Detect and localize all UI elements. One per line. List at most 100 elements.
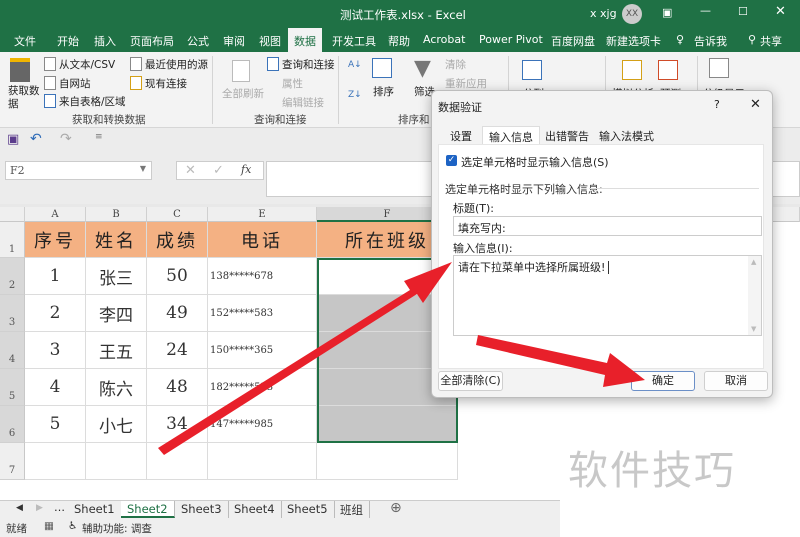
scroll-up-icon[interactable]: ▲ xyxy=(751,258,756,266)
table-cell[interactable]: 152*****583 xyxy=(208,295,317,332)
from-text-button[interactable]: 从文本/CSV xyxy=(59,57,115,72)
table-cell[interactable]: 1 xyxy=(25,258,86,295)
clear-all-button[interactable]: 全部清除(C) xyxy=(438,371,503,391)
ok-button[interactable]: 确定 xyxy=(631,371,695,391)
scroll-right-icon[interactable]: ▶ xyxy=(36,503,43,513)
tab-formulas[interactable]: 公式 xyxy=(187,33,209,49)
sheet-tab[interactable]: 班组 xyxy=(334,501,370,518)
tab-page-layout[interactable]: 页面布局 xyxy=(130,33,174,49)
header-cell[interactable]: 序号 xyxy=(25,222,86,258)
table-cell[interactable]: 小七 xyxy=(86,406,147,443)
table-cell[interactable]: 182*****523 xyxy=(208,369,317,406)
row-header[interactable]: 3 xyxy=(0,295,25,332)
header-cell[interactable]: 成绩 xyxy=(147,222,208,258)
table-cell[interactable]: 24 xyxy=(147,332,208,369)
tab-baidu[interactable]: 百度网盘 xyxy=(551,33,595,49)
row-header[interactable]: 1 xyxy=(0,222,25,258)
column-header[interactable]: A xyxy=(25,207,86,222)
row-header[interactable]: 7 xyxy=(0,443,25,480)
table-cell[interactable]: 2 xyxy=(25,295,86,332)
column-header[interactable]: B xyxy=(86,207,147,222)
header-cell[interactable]: 姓名 xyxy=(86,222,147,258)
sheet-tab[interactable]: Sheet4 xyxy=(228,501,282,518)
table-cell[interactable]: 34 xyxy=(147,406,208,443)
dialog-tab-input-message[interactable]: 输入信息 xyxy=(482,126,540,146)
more-sheets-icon[interactable]: … xyxy=(54,501,65,514)
name-box[interactable]: F2 ▼ xyxy=(5,161,152,180)
tab-developer[interactable]: 开发工具 xyxy=(332,33,376,49)
cancel-icon[interactable]: ✕ xyxy=(185,163,196,178)
sheet-tab[interactable]: Sheet1 xyxy=(68,501,122,518)
message-textarea[interactable]: 请在下拉菜单中选择所属班级! ▲ ▼ xyxy=(453,255,762,336)
table-cell[interactable]: 张三 xyxy=(86,258,147,295)
table-cell[interactable]: 48 xyxy=(147,369,208,406)
header-cell[interactable]: 电话 xyxy=(208,222,317,258)
tab-home[interactable]: 开始 xyxy=(57,33,79,49)
minimize-button[interactable]: — xyxy=(700,4,711,17)
redo-icon[interactable]: ↷ xyxy=(60,131,72,147)
table-cell[interactable]: 150*****365 xyxy=(208,332,317,369)
table-cell[interactable]: 3 xyxy=(25,332,86,369)
from-web-button[interactable]: 自网站 xyxy=(59,76,91,91)
empty-cell[interactable] xyxy=(25,443,86,480)
show-message-checkbox[interactable]: ✓ xyxy=(446,155,457,166)
column-header[interactable]: E xyxy=(208,207,317,222)
undo-icon[interactable]: ↶ xyxy=(30,131,42,147)
column-header[interactable]: C xyxy=(147,207,208,222)
table-cell[interactable]: 陈六 xyxy=(86,369,147,406)
share-button[interactable]: 共享 xyxy=(760,33,782,49)
empty-cell[interactable] xyxy=(208,443,317,480)
save-icon[interactable]: ▣ xyxy=(7,132,19,147)
existing-connections-button[interactable]: 现有连接 xyxy=(145,76,187,91)
empty-cell[interactable] xyxy=(86,443,147,480)
row-header[interactable]: 6 xyxy=(0,406,25,443)
sort-button[interactable]: 排序 xyxy=(373,84,394,99)
avatar[interactable]: XX xyxy=(622,4,642,24)
row-header[interactable]: 2 xyxy=(0,258,25,295)
tab-power-pivot[interactable]: Power Pivot xyxy=(479,33,543,46)
scrollbar[interactable]: ▲ ▼ xyxy=(748,256,761,335)
dialog-close-button[interactable]: ✕ xyxy=(750,97,761,112)
sheet-tab[interactable]: Sheet3 xyxy=(175,501,229,518)
maximize-button[interactable]: ☐ xyxy=(738,5,748,18)
title-input[interactable]: 填充写内: xyxy=(453,216,762,236)
table-cell[interactable]: 4 xyxy=(25,369,86,406)
tab-acrobat[interactable]: Acrobat xyxy=(423,33,465,46)
macro-icon[interactable]: ▦ xyxy=(44,520,54,532)
table-cell[interactable]: 5 xyxy=(25,406,86,443)
scroll-left-icon[interactable]: ◀ xyxy=(16,503,23,513)
tab-data[interactable]: 数据 xyxy=(288,28,322,52)
refresh-all-button[interactable]: 全部刷新 xyxy=(222,86,264,101)
table-cell[interactable]: 王五 xyxy=(86,332,147,369)
sort-az-icon[interactable]: A↓ xyxy=(348,60,362,70)
queries-connections-button[interactable]: 查询和连接 xyxy=(282,57,335,72)
cancel-button[interactable]: 取消 xyxy=(704,371,768,391)
tab-help[interactable]: 帮助 xyxy=(388,33,410,49)
table-cell[interactable]: 50 xyxy=(147,258,208,295)
sheet-tab-active[interactable]: Sheet2 xyxy=(121,501,175,518)
table-cell[interactable]: 147*****985 xyxy=(208,406,317,443)
dialog-tab-ime-mode[interactable]: 输入法模式 xyxy=(593,126,660,145)
edit-links-button[interactable]: 编辑链接 xyxy=(282,95,324,110)
dialog-tab-error-alert[interactable]: 出错警告 xyxy=(539,126,595,145)
properties-button[interactable]: 属性 xyxy=(282,76,303,91)
check-icon[interactable]: ✓ xyxy=(213,163,224,178)
chevron-down-icon[interactable]: ▼ xyxy=(140,164,146,173)
table-cell[interactable]: 49 xyxy=(147,295,208,332)
empty-cell[interactable] xyxy=(147,443,208,480)
recent-sources-button[interactable]: 最近使用的源 xyxy=(145,57,208,72)
from-table-button[interactable]: 来自表格/区域 xyxy=(59,94,126,109)
fx-icon[interactable]: fx xyxy=(241,163,251,176)
table-cell[interactable] xyxy=(317,406,458,443)
row-header[interactable]: 5 xyxy=(0,369,25,406)
tab-file[interactable]: 文件 xyxy=(14,33,36,49)
row-header[interactable]: 4 xyxy=(0,332,25,369)
clear-button[interactable]: 清除 xyxy=(445,57,466,72)
dialog-tab-settings[interactable]: 设置 xyxy=(444,126,478,145)
reapply-button[interactable]: 重新应用 xyxy=(445,76,487,91)
tab-new[interactable]: 新建选项卡 xyxy=(606,33,661,49)
ribbon-display-icon[interactable]: ▣ xyxy=(662,6,672,19)
empty-cell[interactable] xyxy=(317,443,458,480)
add-sheet-icon[interactable]: ⊕ xyxy=(390,500,402,516)
accessibility-status[interactable]: 辅助功能: 调查 xyxy=(82,521,152,536)
